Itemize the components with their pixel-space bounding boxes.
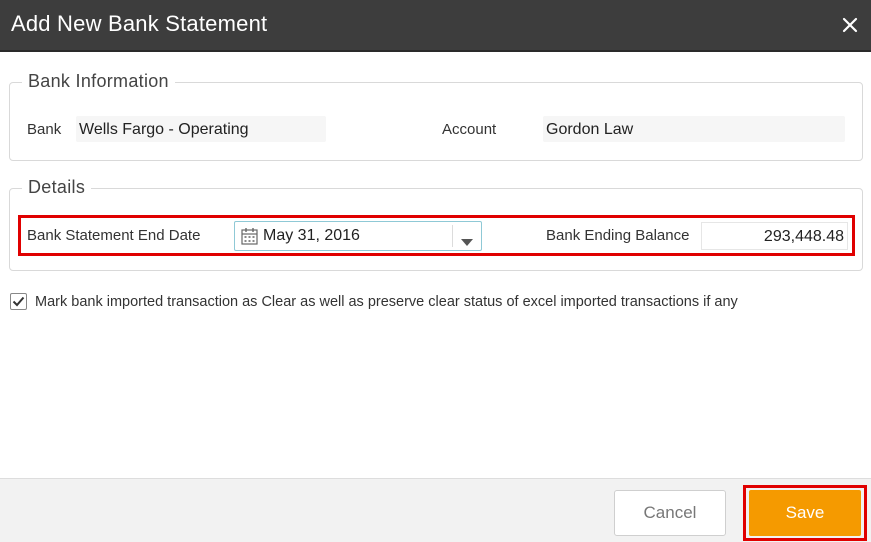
account-value: Gordon Law <box>543 116 845 142</box>
bank-value: Wells Fargo - Operating <box>76 116 326 142</box>
ending-balance-input[interactable]: 293,448.48 <box>701 222 848 250</box>
details-legend: Details <box>22 177 92 198</box>
bank-information-legend: Bank Information <box>22 71 175 92</box>
close-icon[interactable] <box>839 14 861 36</box>
cancel-button[interactable]: Cancel <box>614 490 726 536</box>
dropdown-separator <box>452 225 453 247</box>
ending-balance-label: Bank Ending Balance <box>546 227 690 244</box>
mark-clear-checkbox[interactable] <box>10 293 27 310</box>
end-date-value[interactable]: May 31, 2016 <box>263 227 360 245</box>
mark-clear-label[interactable]: Mark bank imported transaction as Clear … <box>35 294 738 310</box>
checkmark-icon <box>12 296 25 307</box>
dialog-footer <box>0 478 871 542</box>
dialog-title: Add New Bank Statement <box>11 11 268 36</box>
end-date-picker[interactable]: May 31, 2016 <box>234 221 482 251</box>
bank-label: Bank <box>27 121 62 138</box>
save-button[interactable]: Save <box>749 490 861 536</box>
end-date-label: Bank Statement End Date <box>27 227 201 244</box>
dialog-titlebar: Add New Bank Statement <box>0 0 871 52</box>
account-label: Account <box>442 121 497 138</box>
chevron-down-icon[interactable] <box>461 233 473 251</box>
calendar-icon[interactable] <box>241 227 258 250</box>
